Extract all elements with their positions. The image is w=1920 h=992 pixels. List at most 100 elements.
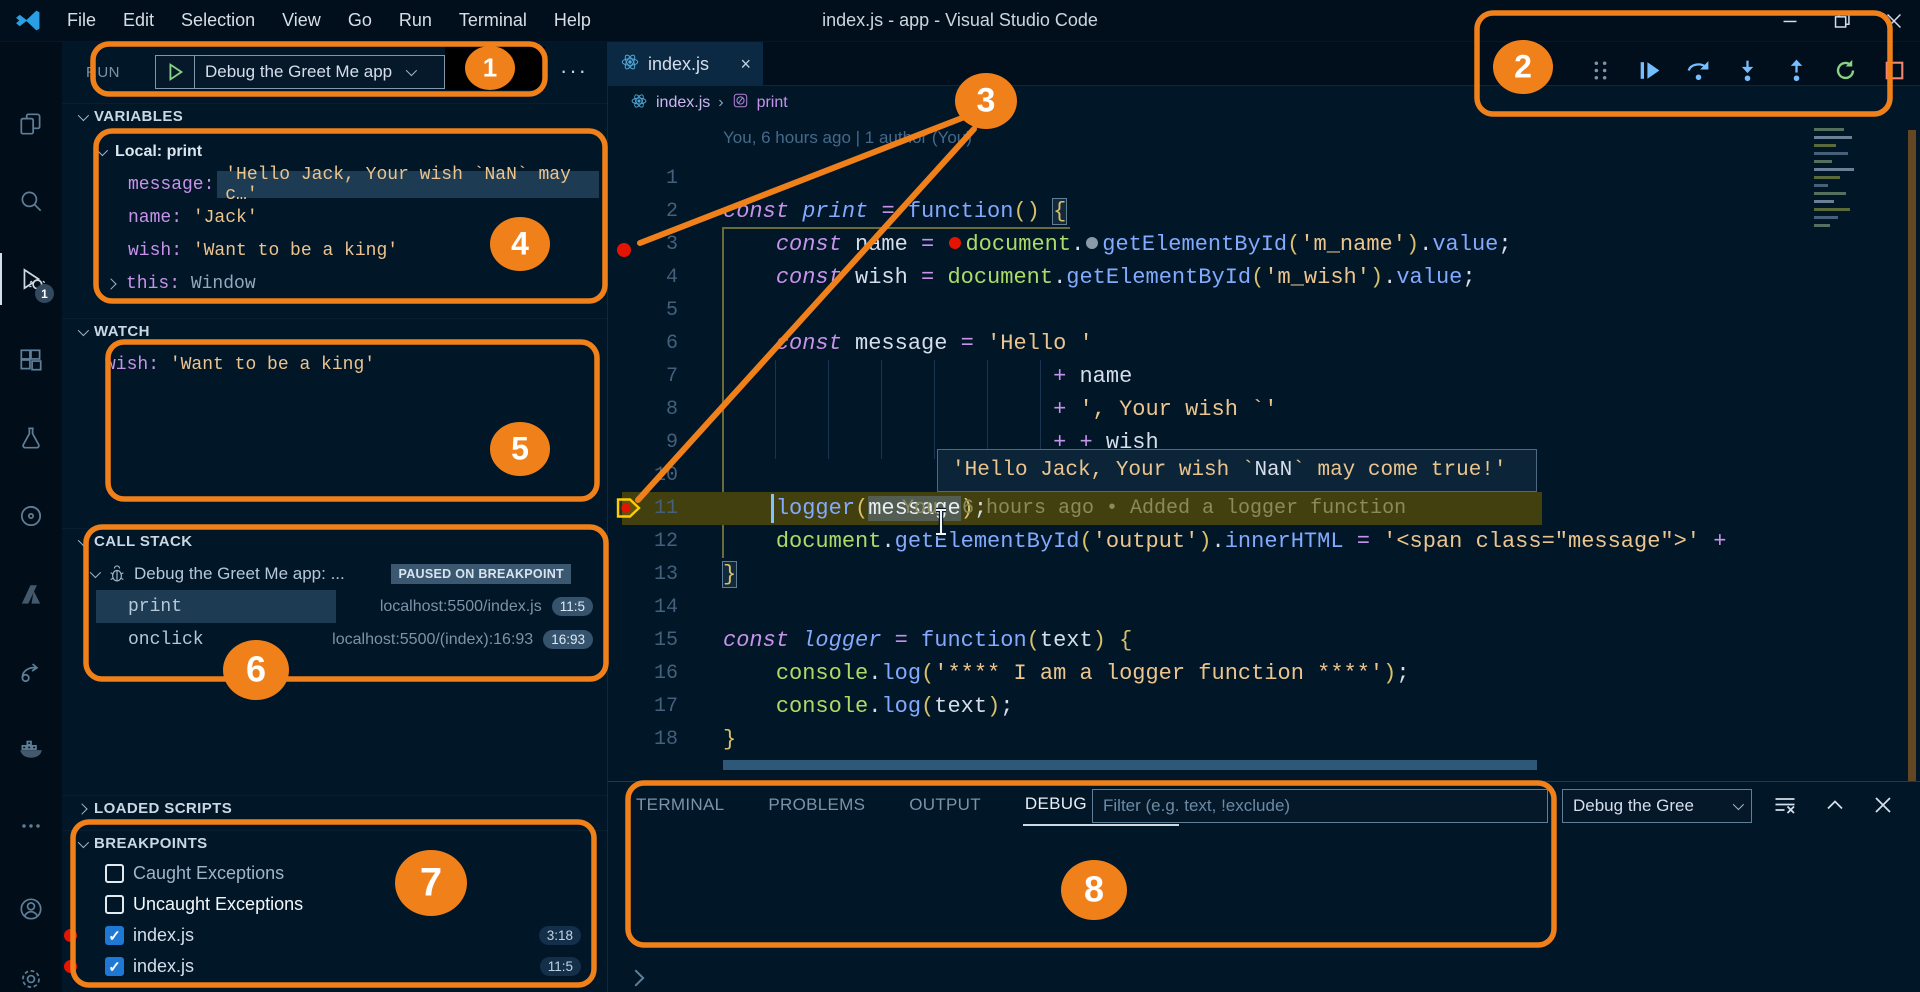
breakpoint-checkbox[interactable] <box>105 864 124 883</box>
menu-help[interactable]: Help <box>554 10 591 31</box>
code-editor[interactable]: You, 6 hours ago | 1 author (You) 1 2 cons… <box>608 120 1920 781</box>
breakpoint-checkbox[interactable]: ✓ <box>105 926 124 945</box>
restart-icon[interactable] <box>1831 56 1859 84</box>
inline-breakpoint-candidate-icon[interactable] <box>1086 236 1099 249</box>
start-debugging-icon[interactable] <box>164 61 186 83</box>
code-line-13: 13} <box>653 561 738 588</box>
symbol-method-icon <box>732 92 749 114</box>
variables-section-header[interactable]: VARIABLES <box>62 103 607 129</box>
inline-breakpoint-icon[interactable] <box>949 236 962 249</box>
editor-group: index.js × index.js › print You, 6 hours… <box>608 42 1920 781</box>
chevron-right-icon <box>105 277 117 290</box>
variable-row-this[interactable]: this: Window <box>62 267 607 300</box>
code-line-6: 6 const message = 'Hello ' <box>665 331 1093 356</box>
panel-tab-terminal[interactable]: TERMINAL <box>634 785 726 825</box>
stop-icon[interactable] <box>1880 56 1908 84</box>
breakpoint-checkbox[interactable] <box>105 895 124 914</box>
breakpoint-row-1[interactable]: Uncaught Exceptions <box>62 889 607 920</box>
activity-azure-icon[interactable] <box>0 569 62 621</box>
variable-row-message[interactable]: message: 'Hello Jack, Your wish `NaN` ma… <box>62 165 607 205</box>
menu-edit[interactable]: Edit <box>123 10 154 31</box>
stack-frame-print[interactable]: print localhost:5500/index.js 11:5 <box>62 590 607 623</box>
breakpoint-row-2[interactable]: ✓ index.js 3:18 <box>62 920 607 951</box>
code-line-18: 18} <box>653 727 737 752</box>
watch-row-wish[interactable]: wish: 'Want to be a king' <box>62 348 607 381</box>
step-over-icon[interactable] <box>1684 56 1712 84</box>
breakpoint-dot-icon <box>64 929 77 942</box>
variable-row-name[interactable]: name: 'Jack' <box>62 201 607 234</box>
stack-frame-onclick[interactable]: onclick localhost:5500/(index):16:93 16:93 <box>62 623 607 656</box>
activity-run-and-debug-icon[interactable]: 1 <box>0 253 62 305</box>
menu-go[interactable]: Go <box>348 10 372 31</box>
loaded-scripts-section-header[interactable]: LOADED SCRIPTS <box>62 795 607 821</box>
activity-live-share-icon[interactable] <box>0 645 62 697</box>
watch-section-header[interactable]: WATCH <box>62 318 607 344</box>
frame-location-badge: 16:93 <box>543 630 593 649</box>
horizontal-scrollbar[interactable] <box>723 760 1537 770</box>
chevron-down-icon <box>405 64 418 77</box>
activity-settings-gear-icon[interactable] <box>0 953 62 992</box>
activity-more-icon[interactable] <box>0 800 62 852</box>
call-stack-list: Debug the Greet Me app: ... PAUSED ON BRE… <box>62 558 607 656</box>
debug-console-filter-input[interactable]: Filter (e.g. text, !exclude) <box>1092 789 1548 823</box>
step-into-icon[interactable] <box>1733 56 1761 84</box>
activity-test-beaker-icon[interactable] <box>0 412 62 464</box>
debug-console-prompt-icon[interactable] <box>627 969 645 987</box>
variables-scope-row[interactable]: Local: print <box>62 135 607 168</box>
chevron-right-icon <box>76 802 88 815</box>
close-panel-icon[interactable] <box>1870 792 1896 818</box>
activity-extensions-icon[interactable] <box>0 334 62 386</box>
panel-tab-output[interactable]: OUTPUT <box>907 785 983 825</box>
menu-view[interactable]: View <box>282 10 321 31</box>
panel-tab-problems[interactable]: PROBLEMS <box>766 785 867 825</box>
views-more-actions-button[interactable]: ··· <box>560 58 588 84</box>
menu-run[interactable]: Run <box>399 10 432 31</box>
close-tab-icon[interactable]: × <box>740 54 751 75</box>
maximize-icon[interactable] <box>1816 0 1868 42</box>
drag-grip-icon[interactable] <box>1586 56 1614 84</box>
menu-terminal[interactable]: Terminal <box>459 10 527 31</box>
breakpoint-row-3[interactable]: ✓ index.js 11:5 <box>62 951 607 982</box>
debug-session-select[interactable]: Debug the Gree <box>1562 789 1752 823</box>
activity-explorer-icon[interactable] <box>0 98 62 150</box>
breakpoint-dot-icon <box>64 960 77 973</box>
menu-selection[interactable]: Selection <box>181 10 255 31</box>
mouse-ibeam-cursor <box>936 507 946 537</box>
code-line-17: 17 console.log(text); <box>653 694 1014 719</box>
clear-console-icon[interactable] <box>1772 792 1798 818</box>
code-line-5: 5 <box>665 299 678 322</box>
breakpoint-location-badge: 11:5 <box>539 957 581 976</box>
breakpoint-row-0[interactable]: Caught Exceptions <box>62 858 607 889</box>
continue-icon[interactable] <box>1635 56 1663 84</box>
activity-docker-icon[interactable] <box>0 722 62 774</box>
activity-search-icon[interactable] <box>0 175 62 227</box>
debug-session-row[interactable]: Debug the Greet Me app: ... PAUSED ON BRE… <box>62 558 607 590</box>
breadcrumb[interactable]: index.js › print <box>608 86 1920 120</box>
bottom-panel: TERMINALPROBLEMSOUTPUTDEBUG CONSOLE Filt… <box>608 781 1920 992</box>
chevron-down-icon <box>77 534 90 546</box>
run-view-title: RUN <box>86 64 120 81</box>
gitlens-codelens[interactable]: You, 6 hours ago | 1 author (You) <box>723 128 972 148</box>
frame-location-badge: 11:5 <box>551 597 593 616</box>
step-out-icon[interactable] <box>1782 56 1810 84</box>
variables-list: Local: print message: 'Hello Jack, Your w… <box>62 135 607 300</box>
vscode-window: File Edit Selection View Go Run Terminal Help i… <box>0 0 1920 992</box>
code-line-12: 12 document.getElementById('output').inn… <box>653 529 1727 554</box>
activity-account-icon[interactable] <box>0 883 62 935</box>
vscode-logo-icon <box>16 10 40 31</box>
debug-sessions-badge: 1 <box>35 284 54 303</box>
tab-index-js[interactable]: index.js × <box>608 42 763 86</box>
launch-config-dropdown[interactable]: Debug the Greet Me app <box>155 55 445 89</box>
breakpoint-checkbox[interactable]: ✓ <box>105 957 124 976</box>
bug-icon <box>106 563 128 585</box>
activity-source-control-icon[interactable] <box>0 490 62 542</box>
collapse-panel-icon[interactable] <box>1822 792 1848 818</box>
close-icon[interactable] <box>1868 0 1920 42</box>
minimize-icon[interactable] <box>1764 0 1816 42</box>
chevron-down-icon <box>1732 798 1745 811</box>
menu-file[interactable]: File <box>67 10 96 31</box>
variable-row-wish[interactable]: wish: 'Want to be a king' <box>62 234 607 267</box>
gitlens-inline-blame: You, 6 hours ago • Added a logger functi… <box>902 497 1407 520</box>
breakpoints-section-header[interactable]: BREAKPOINTS <box>62 830 607 856</box>
call-stack-section-header[interactable]: CALL STACK <box>62 528 607 554</box>
